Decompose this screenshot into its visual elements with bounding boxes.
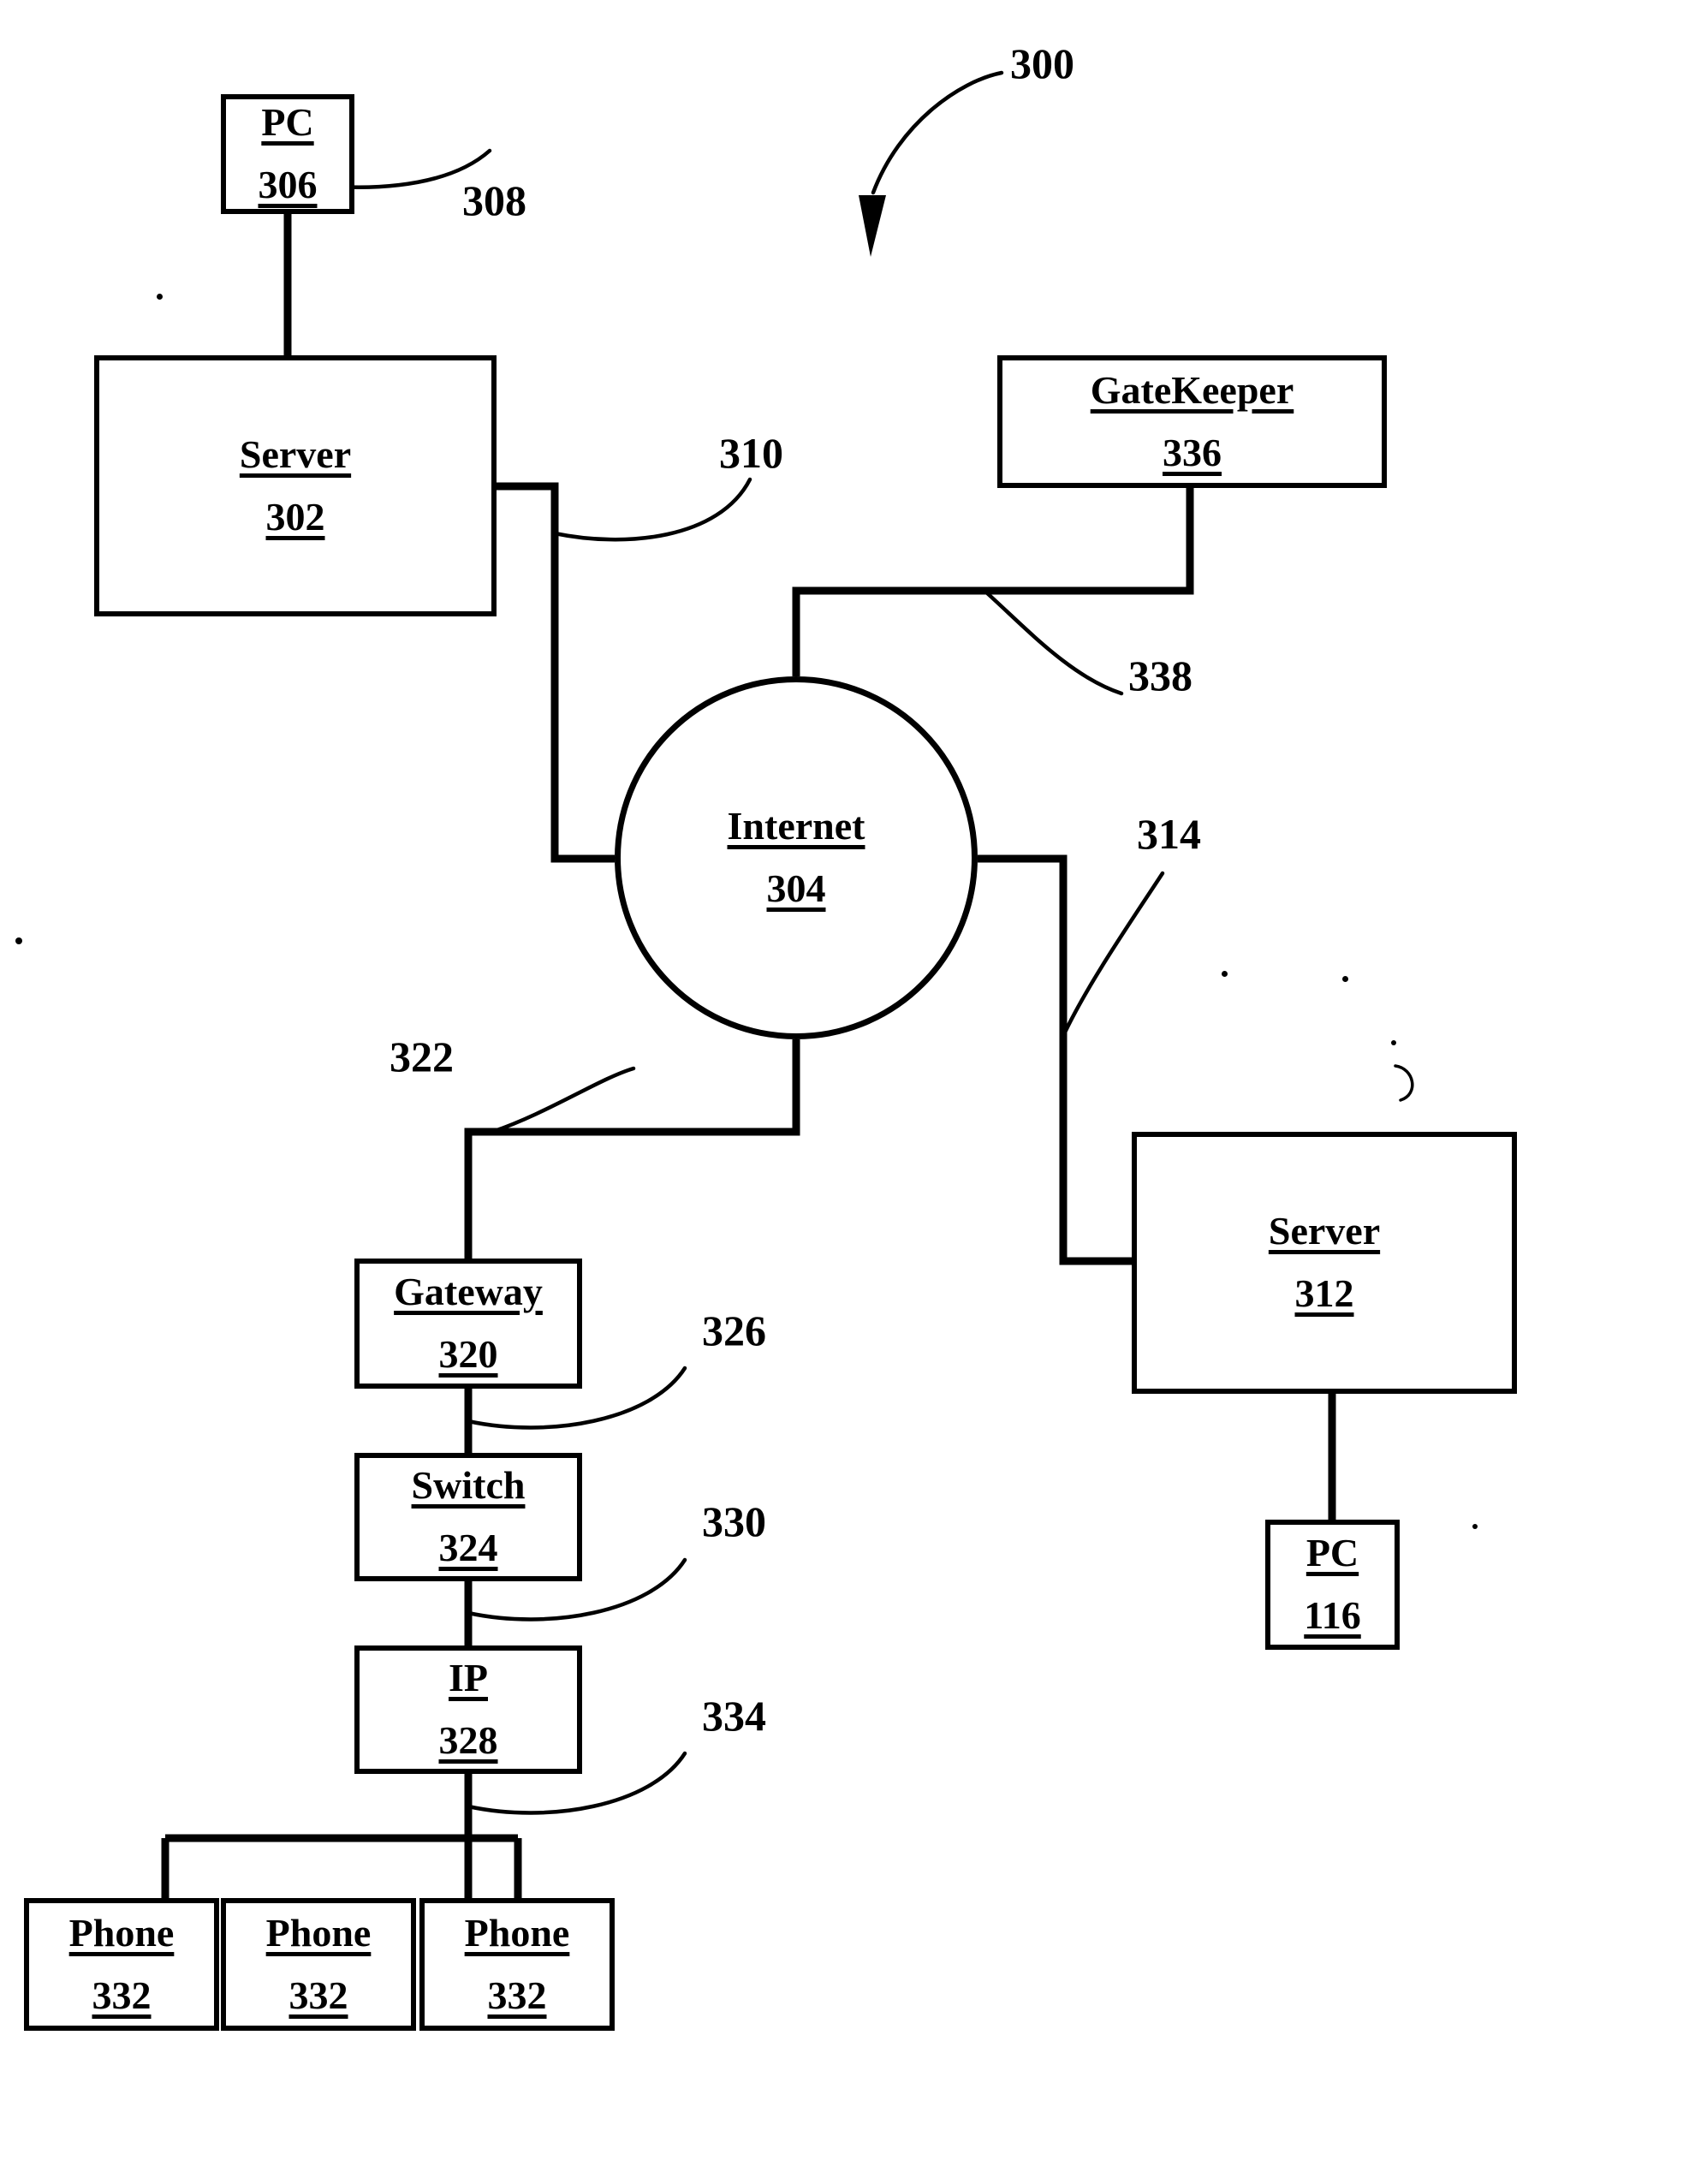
node-label: Server [1268,1209,1381,1253]
leader-322 [490,1066,636,1134]
node-label: Switch [411,1463,526,1508]
reference-numeral-326: 326 [702,1306,766,1354]
link-322-line [464,1039,800,1259]
node-label: GateKeeper [1090,367,1294,412]
leader-310 [552,477,752,542]
scan-speck [15,937,22,944]
node-label: Phone [464,1910,570,1955]
node-ref: 304 [766,866,826,910]
node-ref: 324 [438,1526,498,1569]
scan-speck [157,294,163,300]
node-ref: 302 [265,494,325,539]
node-phone-332-middle[interactable]: Phone 332 [221,1898,416,2031]
node-pc-306[interactable]: PC 306 [221,94,354,214]
node-gatekeeper-336[interactable]: GateKeeper 336 [997,355,1387,488]
node-label: Internet [727,804,865,848]
node-phone-332-left[interactable]: Phone 332 [24,1898,219,2031]
node-label: PC [261,100,314,145]
node-pc-116[interactable]: PC 116 [1265,1520,1400,1650]
node-ref: 328 [438,1718,498,1762]
node-internet-304[interactable]: Internet 304 [615,676,978,1039]
node-ref: 332 [288,1973,348,2017]
scan-speck [1391,1040,1396,1045]
scan-speck [1472,1524,1478,1529]
figure-canvas: PC 306 Server 302 GateKeeper 336 Interne… [0,0,1701,2184]
node-ref: 336 [1163,430,1222,474]
reference-numeral-330: 330 [702,1497,766,1545]
reference-numeral-300: 300 [1010,39,1074,87]
link-314-line [978,854,1132,1265]
connector-layer [161,70,1414,1898]
link-338-line [792,488,1194,676]
node-label: Phone [68,1910,175,1955]
node-switch-324[interactable]: Switch 324 [354,1453,582,1581]
reference-numeral-338: 338 [1128,652,1192,699]
node-server-302[interactable]: Server 302 [94,355,497,616]
leader-338 [982,588,1124,696]
node-label: Server [239,431,352,476]
node-ref: 116 [1304,1593,1361,1637]
leader-300 [871,70,1004,195]
scan-speck [1342,976,1348,982]
node-server-312[interactable]: Server 312 [1132,1132,1517,1394]
node-ref: 320 [438,1332,498,1376]
reference-numeral-310: 310 [719,429,783,477]
node-label: PC [1305,1531,1359,1575]
scan-speck [1222,971,1228,977]
node-gateway-320[interactable]: Gateway 320 [354,1259,582,1389]
figure-arrowhead [859,195,886,257]
reference-numeral-314: 314 [1137,810,1201,858]
node-ref: 306 [258,163,318,206]
node-ref: 332 [92,1973,152,2017]
node-label: IP [449,1656,488,1700]
leader-314 [1061,871,1165,1038]
link-310-line [497,482,615,863]
node-ref: 312 [1294,1271,1354,1315]
node-label: Gateway [394,1270,543,1314]
reference-numeral-322: 322 [390,1032,454,1080]
node-label: Phone [265,1910,372,1955]
node-phone-332-right[interactable]: Phone 332 [419,1898,615,2031]
reference-numeral-308: 308 [462,176,526,224]
ink-artifact-curl [1394,1064,1414,1102]
node-ref: 332 [487,1973,547,2017]
node-ip-328[interactable]: IP 328 [354,1645,582,1774]
reference-numeral-334: 334 [702,1692,766,1740]
